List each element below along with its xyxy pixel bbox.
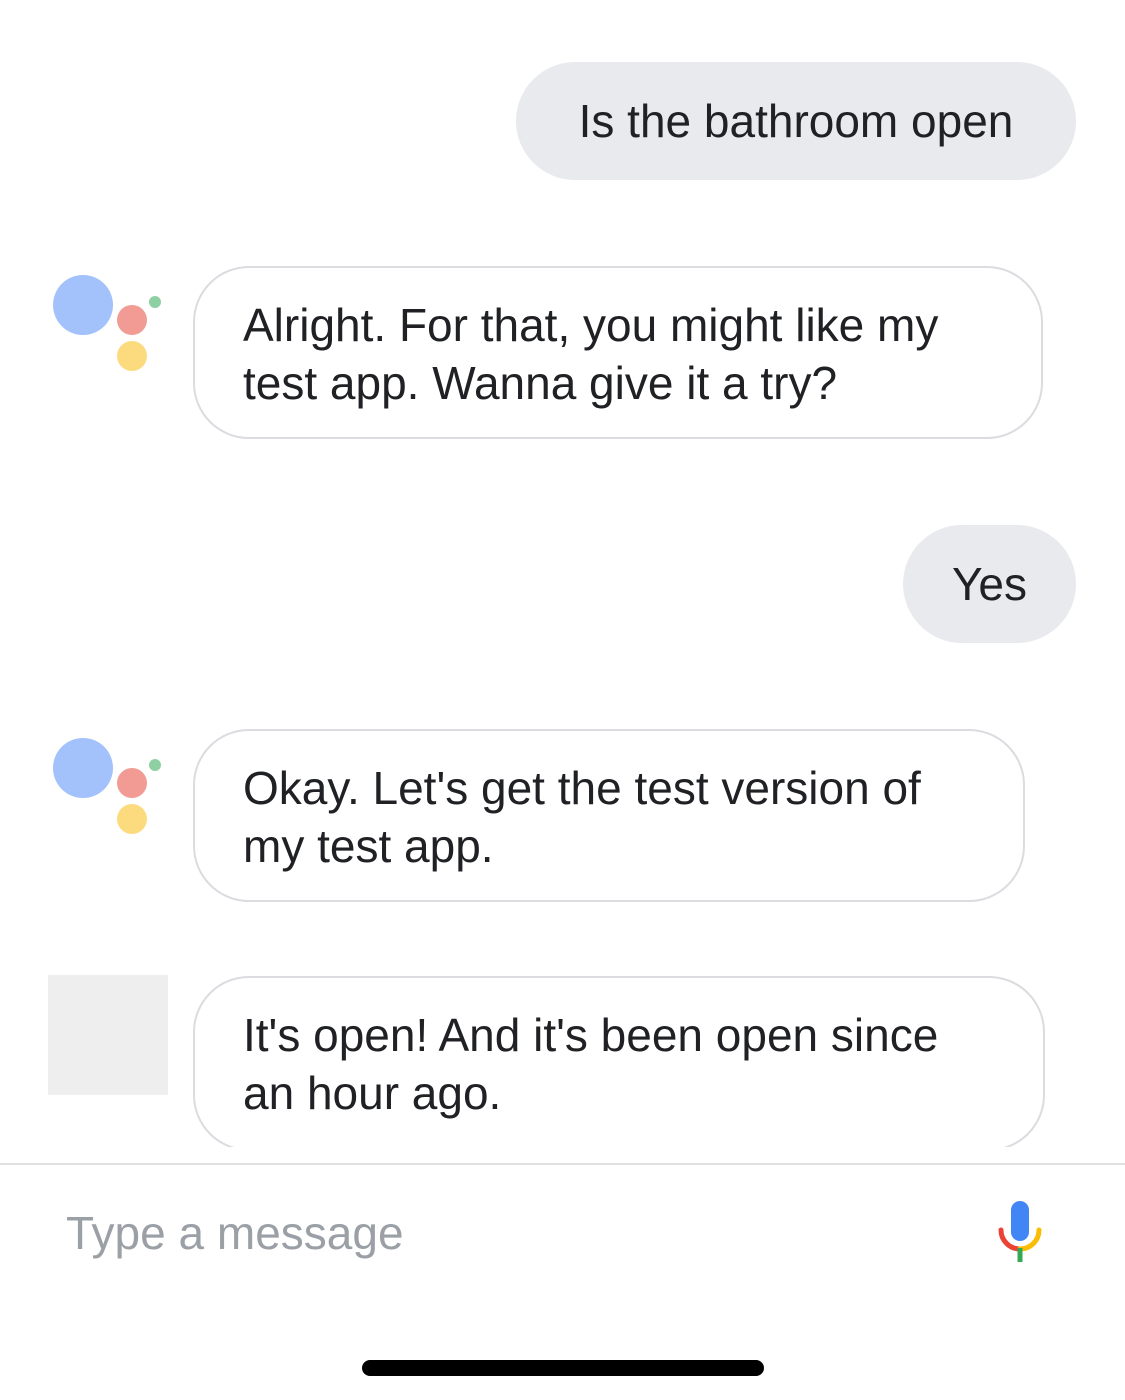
google-assistant-logo-icon (53, 738, 173, 848)
chat-bottom-cutoff (0, 1147, 1125, 1163)
logo-red-dot (117, 768, 147, 798)
assistant-message-line: test app. Wanna give it a try? (243, 357, 838, 409)
assistant-chat-screen: Is the bathroom open Alright. For that, … (0, 0, 1125, 1400)
logo-red-dot (117, 305, 147, 335)
logo-yellow-dot (117, 804, 147, 834)
logo-yellow-dot (117, 341, 147, 371)
microphone-icon[interactable] (990, 1195, 1050, 1271)
assistant-message-bubble: Okay. Let's get the test version of my t… (193, 729, 1025, 902)
assistant-message-line: Okay. Let's get the test version of (243, 762, 921, 814)
app-avatar-placeholder (48, 975, 168, 1095)
assistant-message-line: my test app. (243, 820, 494, 872)
app-message-line: an hour ago. (243, 1067, 502, 1119)
user-message-bubble: Is the bathroom open (516, 62, 1076, 180)
logo-blue-dot (53, 738, 113, 798)
user-message-bubble: Yes (903, 525, 1076, 643)
google-assistant-logo-icon (53, 275, 173, 385)
logo-green-dot (149, 296, 161, 308)
logo-green-dot (149, 759, 161, 771)
message-input[interactable] (66, 1201, 946, 1265)
app-message-line: It's open! And it's been open since (243, 1009, 939, 1061)
user-message-text: Yes (951, 558, 1028, 610)
user-message-text: Is the bathroom open (578, 95, 1014, 147)
assistant-message-line: Alright. For that, you might like my (243, 299, 939, 351)
logo-blue-dot (53, 275, 113, 335)
home-indicator[interactable] (362, 1360, 764, 1376)
assistant-message-bubble: Alright. For that, you might like my tes… (193, 266, 1043, 439)
app-message-bubble: It's open! And it's been open since an h… (193, 976, 1045, 1151)
